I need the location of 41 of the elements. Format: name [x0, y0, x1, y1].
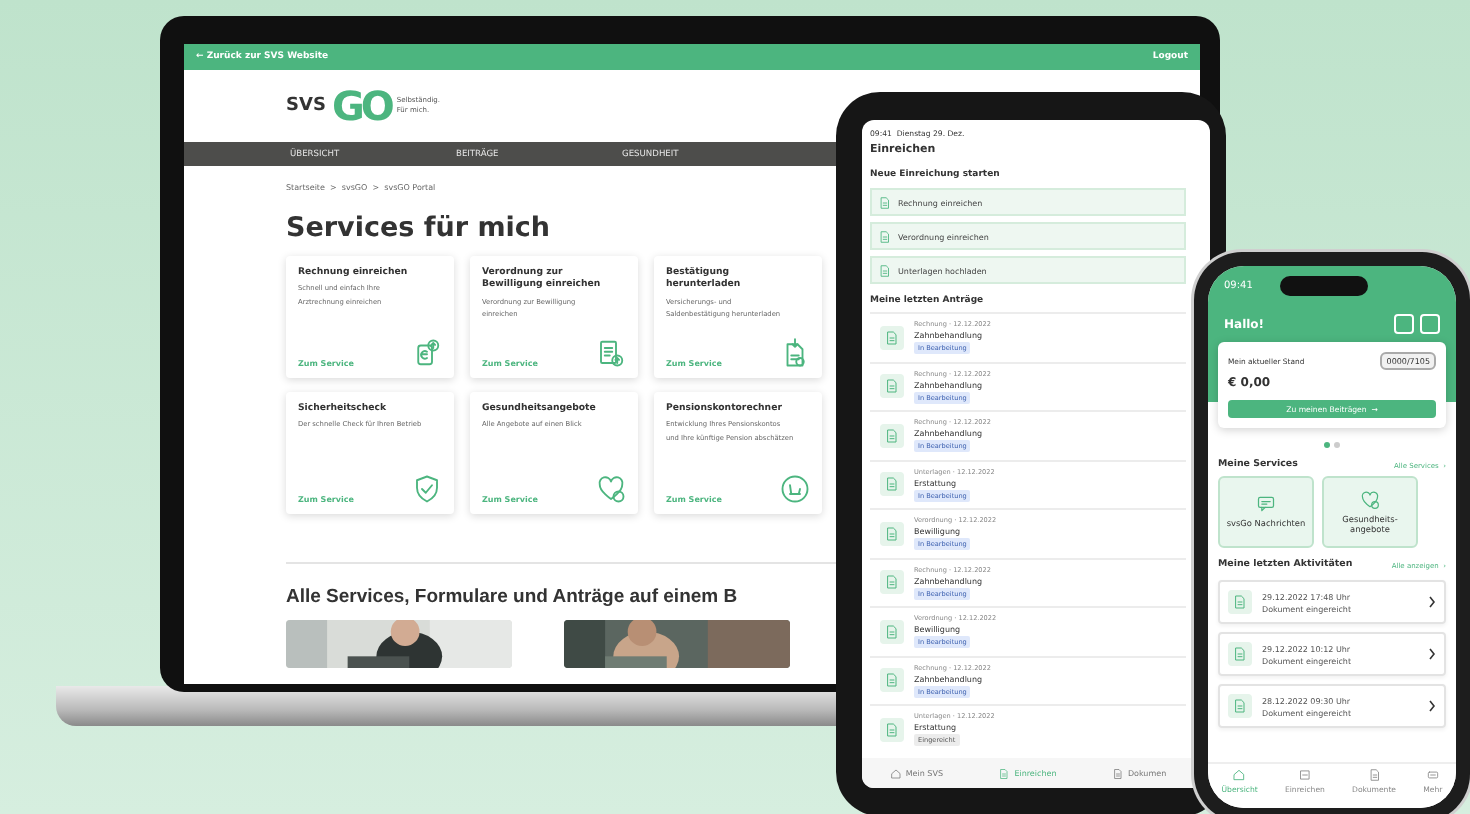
brand-logo[interactable]: SVS	[286, 96, 326, 116]
document-icon	[1232, 646, 1248, 662]
heart-icon	[1360, 489, 1380, 510]
profile-button[interactable]	[1420, 314, 1440, 334]
section-heading: Alle Services, Formulare und Anträge auf einem B	[286, 586, 738, 608]
go-logo: GO	[331, 86, 391, 126]
chevron-icon	[1428, 700, 1436, 712]
rocking-chair-icon	[780, 474, 810, 504]
document-icon	[1232, 698, 1248, 714]
chevron-icon	[1428, 648, 1436, 660]
document-icon	[878, 195, 892, 209]
invoice-icon	[412, 338, 442, 368]
more-icon	[1425, 768, 1440, 782]
document-icon	[880, 521, 904, 546]
page-heading: Services für mich	[286, 212, 551, 244]
document-icon	[880, 423, 904, 448]
scan-icon	[1297, 768, 1312, 782]
document-icon	[878, 263, 892, 277]
document-icon	[880, 472, 904, 497]
document-icon	[880, 570, 904, 595]
message-button[interactable]	[1394, 314, 1414, 334]
heart-icon	[596, 474, 626, 504]
document-icon	[880, 717, 904, 742]
document-icon	[1111, 767, 1124, 779]
document-icon	[880, 619, 904, 644]
document-icon	[1232, 594, 1248, 610]
shield-icon	[412, 474, 442, 504]
camera-notch	[1280, 276, 1369, 296]
document-icon	[880, 374, 904, 399]
home-icon	[889, 767, 902, 779]
prescription-icon	[596, 338, 626, 368]
document-icon	[878, 229, 892, 243]
home-icon	[1232, 768, 1247, 782]
document-icon	[880, 668, 904, 693]
document-icon	[998, 767, 1011, 779]
pager-dot[interactable]	[1334, 442, 1340, 448]
document-icon	[880, 325, 904, 350]
chat-icon	[1256, 494, 1276, 515]
chevron-icon	[1428, 596, 1436, 608]
document-icon	[1367, 768, 1382, 782]
pager-dot[interactable]	[1324, 442, 1330, 448]
